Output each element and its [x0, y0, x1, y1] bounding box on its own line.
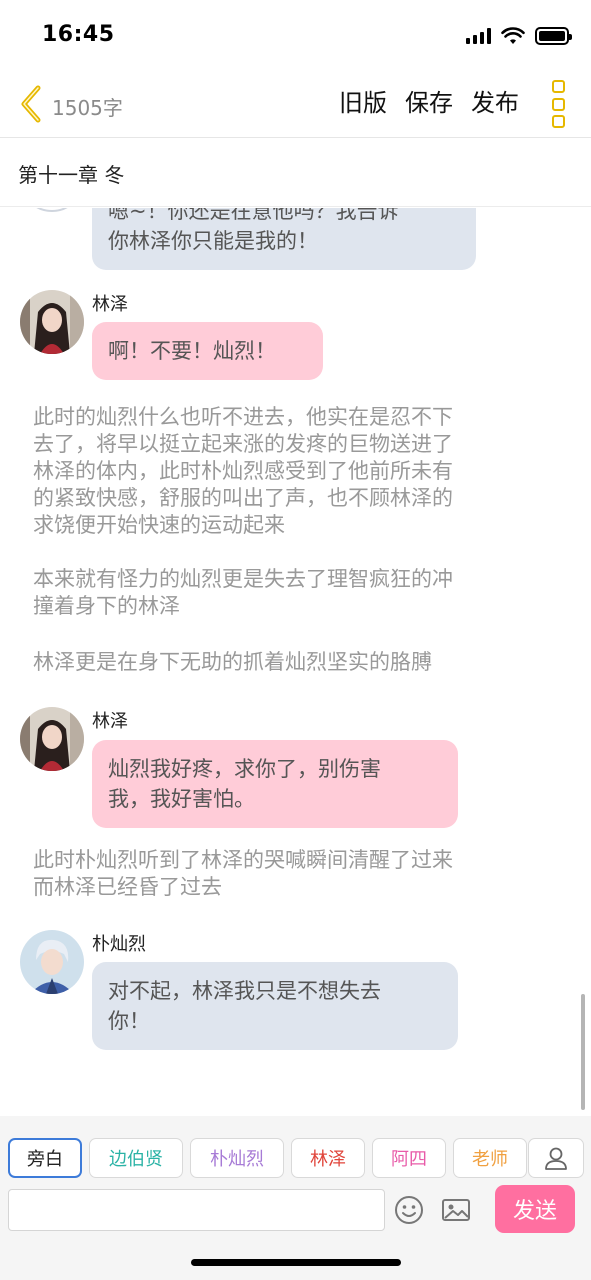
emoji-button[interactable]: [393, 1194, 425, 1226]
sender-name: 林泽: [92, 294, 128, 315]
cellular-signal-icon: [466, 28, 491, 44]
story-content[interactable]: 嗯~！你还是在意他吗？我告诉 你林泽你只能是我的！ 林泽 啊！不要！灿烈！ 此时…: [0, 208, 591, 1116]
sender-name: 朴灿烈: [92, 934, 146, 955]
person-icon: [545, 1147, 567, 1170]
narration-line: 的紧致快感，舒服的叫出了声，也不顾林泽的: [33, 486, 453, 510]
bubble-text-line: 嗯~！你还是在意他吗？我告诉: [108, 208, 399, 223]
smiley-icon: [395, 1196, 423, 1224]
role-chip-bian-boxian[interactable]: 边伯贤: [89, 1138, 183, 1178]
narration-line: 本来就有怪力的灿烈更是失去了理智疯狂的冲: [33, 567, 453, 591]
add-role-button[interactable]: [528, 1138, 584, 1178]
role-label: 边伯贤: [109, 1149, 163, 1170]
home-indicator-area: [0, 1246, 591, 1280]
menu-dot-icon: [551, 97, 565, 111]
narration-text[interactable]: 本来就有怪力的灿烈更是失去了理智疯狂的冲 撞着身下的林泽: [33, 566, 553, 620]
avatar[interactable]: [20, 707, 84, 771]
narration-line: 此时的灿烈什么也听不进去，他实在是忍不下: [33, 405, 453, 429]
narration-line: 林泽更是在身下无助的抓着灿烈坚实的胳膊: [33, 650, 432, 674]
back-button[interactable]: [14, 82, 48, 126]
wifi-icon: [501, 27, 525, 44]
bubble-text-line: 对不起，林泽我只是不想失去: [108, 979, 381, 1003]
status-time: 16:45: [42, 22, 115, 47]
role-chip-park-chanyeol[interactable]: 朴灿烈: [190, 1138, 284, 1178]
message-input[interactable]: [8, 1189, 385, 1231]
bubble-text-line: 灿烈我好疼，求你了，别伤害: [108, 757, 381, 781]
save-button[interactable]: 保存: [405, 86, 453, 120]
image-icon: [442, 1199, 470, 1221]
image-button[interactable]: [440, 1194, 472, 1226]
narration-line: 去了，将早以挺立起来涨的发疼的巨物送进了: [33, 432, 453, 456]
word-count: 1505字: [52, 96, 123, 120]
narration-line: 林泽的体内，此时朴灿烈感受到了他前所未有: [33, 459, 453, 483]
bubble-text-line: 啊！不要！灿烈！: [108, 339, 276, 363]
bubble-text-line: 我，我好害怕。: [108, 787, 255, 811]
chevron-left-icon: [21, 85, 41, 123]
status-bar: 16:45: [0, 0, 591, 72]
role-chip-a-si[interactable]: 阿四: [372, 1138, 446, 1178]
narration-text[interactable]: 林泽更是在身下无助的抓着灿烈坚实的胳膊: [33, 649, 553, 676]
role-chip-teacher[interactable]: 老师: [453, 1138, 527, 1178]
menu-dot-icon: [551, 115, 565, 128]
menu-dot-icon: [551, 80, 565, 93]
bubble-text-line: 你林泽你只能是我的！: [108, 229, 318, 253]
more-menu-button[interactable]: [547, 80, 569, 128]
narration-line: 撞着身下的林泽: [33, 594, 180, 618]
status-icons: [466, 26, 572, 46]
role-selector-bar: 旁白 边伯贤 朴灿烈 林泽 阿四 老师: [0, 1116, 591, 1182]
chapter-title[interactable]: 第十一章 冬: [18, 159, 124, 188]
chapter-bar: 第十一章 冬: [0, 139, 591, 207]
composer-bar: 发送: [0, 1182, 591, 1246]
publish-button[interactable]: 发布: [471, 86, 519, 120]
sender-name: 林泽: [92, 711, 128, 732]
home-indicator[interactable]: [191, 1259, 401, 1266]
girl-avatar-icon: [20, 707, 84, 771]
send-button[interactable]: 发送: [495, 1185, 575, 1233]
role-chip-narrator[interactable]: 旁白: [8, 1138, 82, 1178]
role-label: 旁白: [27, 1149, 63, 1170]
narration-text[interactable]: 此时朴灿烈听到了林泽的哭喊瞬间清醒了过来 而林泽已经昏了过去: [33, 847, 553, 901]
nav-actions: 旧版 保存 发布: [339, 86, 519, 120]
battery-icon: [535, 27, 572, 45]
avatar[interactable]: [20, 930, 84, 994]
role-label: 林泽: [310, 1149, 346, 1170]
message-bubble[interactable]: 嗯~！你还是在意他吗？我告诉 你林泽你只能是我的！: [92, 208, 476, 270]
old-version-button[interactable]: 旧版: [339, 86, 387, 120]
boy-avatar-icon: [20, 930, 84, 994]
girl-avatar-icon: [20, 290, 84, 354]
bubble-text-line: 你！: [108, 1009, 150, 1033]
avatar[interactable]: [20, 208, 84, 212]
message-bubble[interactable]: 对不起，林泽我只是不想失去 你！: [92, 962, 458, 1050]
narration-text[interactable]: 此时的灿烈什么也听不进去，他实在是忍不下 去了，将早以挺立起来涨的发疼的巨物送进…: [33, 404, 553, 539]
role-label: 阿四: [391, 1149, 427, 1170]
message-bubble[interactable]: 啊！不要！灿烈！: [92, 322, 323, 380]
content-scrollbar[interactable]: [581, 994, 585, 1110]
avatar[interactable]: [20, 290, 84, 354]
narration-line: 此时朴灿烈听到了林泽的哭喊瞬间清醒了过来: [33, 848, 453, 872]
message-bubble[interactable]: 灿烈我好疼，求你了，别伤害 我，我好害怕。: [92, 740, 458, 828]
role-label: 老师: [472, 1149, 508, 1170]
role-chip-lin-ze[interactable]: 林泽: [291, 1138, 365, 1178]
narration-line: 而林泽已经昏了过去: [33, 875, 222, 899]
nav-bar: 1505字 旧版 保存 发布: [0, 72, 591, 138]
role-label: 朴灿烈: [210, 1149, 264, 1170]
narration-line: 求饶便开始快速的运动起来: [33, 513, 285, 537]
